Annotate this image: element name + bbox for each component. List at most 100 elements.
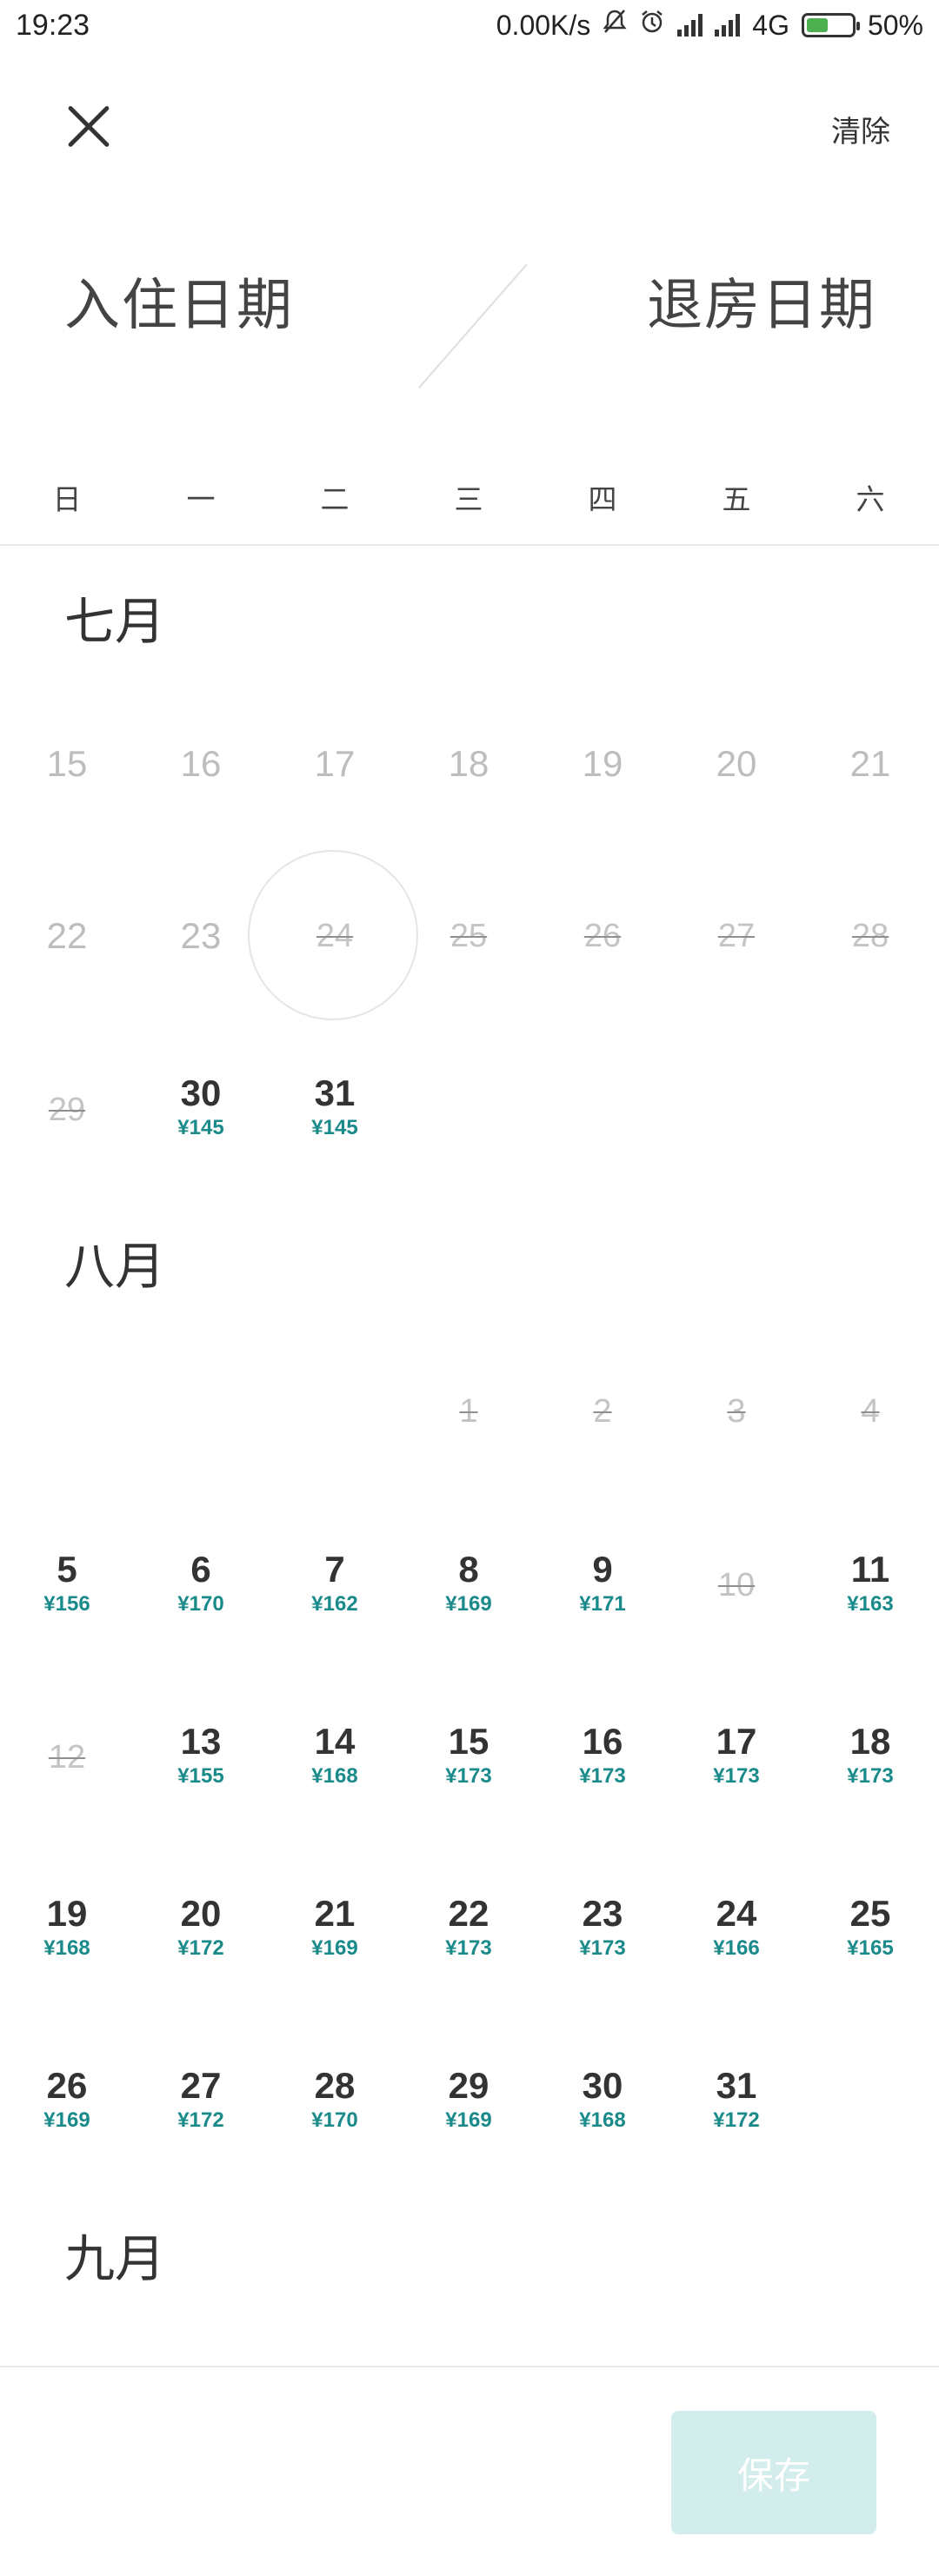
calendar-day-full: 26 [583, 918, 622, 954]
battery-icon [801, 13, 860, 37]
calendar-day: 22 [46, 915, 88, 956]
day-price: ¥155 [177, 1764, 224, 1788]
calendar-day-available[interactable]: 14 ¥168 [268, 1721, 402, 1789]
status-icons: 0.00K/s 4G 50% [496, 9, 923, 42]
weekday-mon: 一 [186, 483, 216, 515]
calendar-day-available[interactable]: 28 ¥170 [268, 2065, 402, 2133]
calendar-day-available[interactable]: 5 ¥156 [0, 1549, 134, 1617]
calendar-day: 23 [180, 915, 222, 956]
clear-button[interactable]: 清除 [831, 108, 890, 150]
calendar-day: 15 [46, 743, 88, 784]
calendar-day: 18 [448, 743, 489, 784]
calendar-day-full: 24 [316, 918, 354, 954]
calendar-day-available[interactable]: 31 ¥145 [268, 1072, 402, 1140]
day-price: ¥170 [177, 1592, 224, 1616]
weekday-fri: 五 [722, 483, 751, 515]
save-button[interactable]: 保存 [671, 2411, 876, 2534]
header-divider [0, 544, 939, 546]
calendar-day-full: 12 [48, 1739, 86, 1776]
day-price: ¥168 [311, 1764, 358, 1788]
calendar-day-full: 25 [450, 918, 488, 954]
status-bar: 19:23 0.00K/s 4G 50% [0, 0, 939, 56]
day-price: ¥169 [311, 1936, 358, 1960]
network-type: 4G [752, 9, 789, 41]
day-price: ¥173 [713, 1764, 760, 1788]
calendar-day-full: 1 [459, 1393, 478, 1430]
calendar-day-available[interactable]: 29 ¥169 [402, 2065, 536, 2133]
calendar-day-full: 2 [593, 1393, 612, 1430]
calendar-day-available[interactable]: 30 ¥168 [536, 2065, 669, 2133]
calendar-day-available[interactable]: 31 ¥172 [669, 2065, 803, 2133]
calendar-day-available[interactable]: 18 ¥173 [803, 1721, 937, 1789]
battery-percent: 50% [867, 9, 923, 41]
day-price: ¥172 [177, 1936, 224, 1960]
calendar-day-full: 29 [48, 1092, 86, 1128]
day-price: ¥168 [43, 1936, 90, 1960]
calendar-day-available[interactable]: 9 ¥171 [536, 1549, 669, 1617]
calendar-day-available[interactable]: 7 ¥162 [268, 1549, 402, 1617]
day-price: ¥173 [847, 1764, 894, 1788]
day-price: ¥162 [311, 1592, 358, 1616]
calendar-day-available[interactable]: 24 ¥166 [669, 1893, 803, 1961]
day-price: ¥169 [43, 2108, 90, 2132]
calendar-day-available[interactable]: 13 ¥155 [134, 1721, 268, 1789]
day-price: ¥156 [43, 1592, 90, 1616]
mute-bell-icon [603, 9, 627, 42]
calendar-day: 19 [582, 743, 623, 784]
calendar-day-available[interactable]: 26 ¥169 [0, 2065, 134, 2133]
calendar-day-available[interactable]: 6 ¥170 [134, 1549, 268, 1617]
calendar-day-available[interactable]: 25 ¥165 [803, 1893, 937, 1961]
calendar-day-full: 28 [851, 918, 889, 954]
calendar-day-available[interactable]: 27 ¥172 [134, 2065, 268, 2133]
calendar-day-available[interactable]: 23 ¥173 [536, 1893, 669, 1961]
footer-divider [0, 2366, 939, 2367]
calendar-day: 20 [716, 743, 757, 784]
weekday-sat: 六 [856, 483, 885, 515]
calendar-day-full: 27 [717, 918, 756, 954]
checkin-date-label[interactable]: 入住日期 [64, 261, 294, 341]
month-title-july: 七月 [64, 594, 166, 650]
month-title-august: 八月 [64, 1238, 166, 1295]
calendar-day-available[interactable]: 19 ¥168 [0, 1893, 134, 1961]
battery-fill [806, 18, 828, 32]
calendar-day-full: 10 [717, 1567, 756, 1603]
checkout-date-label[interactable]: 退房日期 [647, 261, 876, 341]
calendar-day-available[interactable]: 20 ¥172 [134, 1893, 268, 1961]
net-speed: 0.00K/s [496, 9, 591, 41]
calendar-day-available[interactable]: 22 ¥173 [402, 1893, 536, 1961]
day-price: ¥170 [311, 2108, 358, 2132]
calendar-day-available[interactable]: 21 ¥169 [268, 1893, 402, 1961]
day-price: ¥165 [847, 1936, 894, 1960]
status-time: 19:23 [16, 9, 90, 42]
day-price: ¥169 [445, 1592, 492, 1616]
day-price: ¥166 [713, 1936, 760, 1960]
calendar-day-available[interactable]: 17 ¥173 [669, 1721, 803, 1789]
day-price: ¥173 [445, 1936, 492, 1960]
calendar-day-available[interactable]: 16 ¥173 [536, 1721, 669, 1789]
weekday-header: 日 一 二 三 四 五 六 [0, 476, 939, 521]
day-price: ¥173 [579, 1764, 626, 1788]
calendar-day-full: 4 [861, 1393, 880, 1430]
day-price: ¥169 [445, 2108, 492, 2132]
calendar-day-available[interactable]: 11 ¥163 [803, 1549, 937, 1617]
weekday-thu: 四 [588, 483, 617, 515]
calendar-day: 21 [849, 743, 891, 784]
calendar-day-available[interactable]: 15 ¥173 [402, 1721, 536, 1789]
calendar-day: 17 [314, 743, 356, 784]
month-title-september: 九月 [64, 2231, 166, 2287]
day-price: ¥145 [177, 1116, 224, 1139]
day-price: ¥173 [445, 1764, 492, 1788]
weekday-tue: 二 [320, 483, 350, 515]
day-price: ¥172 [177, 2108, 224, 2132]
calendar-day-available[interactable]: 30 ¥145 [134, 1072, 268, 1140]
calendar-day-available[interactable]: 8 ¥169 [402, 1549, 536, 1617]
weekday-sun: 日 [52, 483, 82, 515]
day-price: ¥171 [579, 1592, 626, 1616]
day-price: ¥163 [847, 1592, 894, 1616]
day-price: ¥172 [713, 2108, 760, 2132]
day-price: ¥173 [579, 1936, 626, 1960]
calendar-day-full: 3 [727, 1393, 746, 1430]
calendar-day: 16 [180, 743, 222, 784]
close-icon[interactable] [63, 101, 115, 153]
day-price: ¥145 [311, 1116, 358, 1139]
